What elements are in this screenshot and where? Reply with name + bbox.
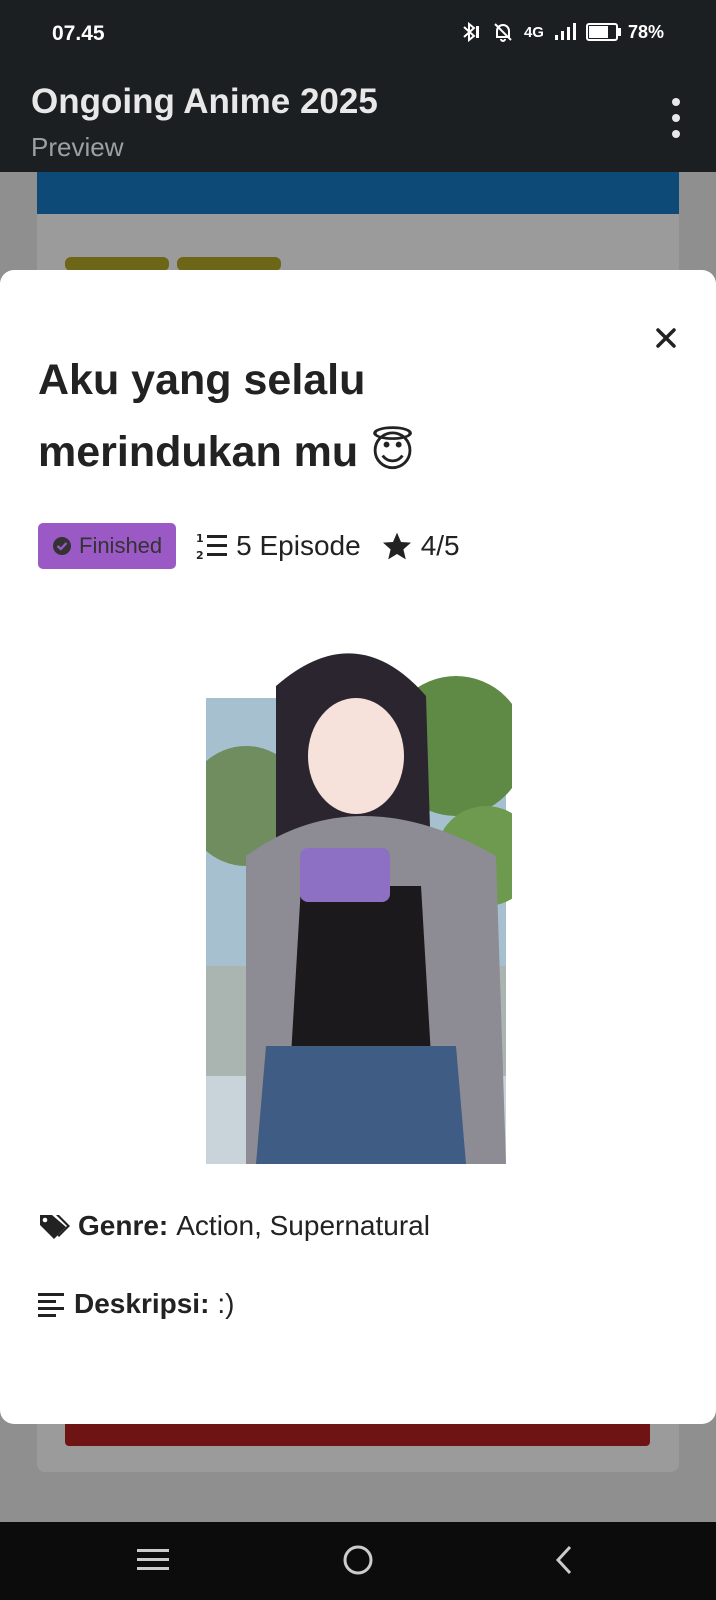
signal-icon (554, 23, 576, 40)
svg-text:2: 2 (196, 549, 204, 561)
status-badge: Finished (38, 523, 177, 569)
genre-row: Genre: Action, Supernatural (38, 1210, 430, 1242)
rating-label: 4/5 (420, 530, 460, 561)
status-bar: 07.45 4G 78% (0, 0, 716, 68)
background-header-strip (37, 172, 679, 214)
episode-count-label: 5 Episode (236, 530, 361, 561)
episode-count: 1 2 5 Episode (196, 530, 361, 562)
status-time: 07.45 (52, 22, 105, 45)
tags-icon (40, 1215, 70, 1239)
description-label: Deskripsi: (74, 1288, 210, 1319)
anime-meta: Finished 1 2 5 Episode 4/5 (38, 523, 460, 569)
list-ol-icon: 1 2 (196, 532, 228, 561)
description-value: :) (217, 1288, 235, 1319)
status-badge-label: Finished (79, 533, 163, 558)
anime-cover-image (206, 653, 512, 1164)
check-circle-icon (53, 537, 71, 555)
battery-icon (585, 23, 621, 41)
background-chip (177, 257, 281, 271)
menu-icon[interactable] (135, 1542, 171, 1578)
battery-label: 78% (627, 21, 664, 42)
app-bar: Ongoing Anime 2025 Preview (0, 68, 716, 172)
rating: 4/5 (381, 530, 460, 562)
network-label: 4G (523, 23, 544, 41)
modal-title: Aku yang selalu merindukan mu 😇 (38, 356, 415, 476)
svg-text:1: 1 (196, 532, 204, 545)
background-chip (65, 257, 169, 271)
genre-label: Genre: (78, 1210, 169, 1241)
close-icon[interactable] (650, 322, 682, 354)
back-icon[interactable] (548, 1542, 584, 1578)
more-vert-icon[interactable] (666, 98, 686, 138)
bluetooth-icon (463, 21, 479, 43)
align-left-icon (38, 1293, 64, 1317)
preview-modal: Aku yang selalu merindukan mu 😇 Finished… (0, 270, 716, 1424)
home-icon[interactable] (340, 1542, 376, 1578)
star-icon (382, 532, 411, 560)
bell-off-icon (494, 23, 512, 42)
status-icons: 4G 78% (460, 21, 664, 43)
description-row: Deskripsi: :) (38, 1288, 235, 1320)
system-nav-bar (0, 1522, 716, 1600)
genre-value: Action, Supernatural (176, 1210, 430, 1241)
app-title: Ongoing Anime 2025 (31, 82, 378, 121)
app-subtitle: Preview (31, 132, 124, 162)
